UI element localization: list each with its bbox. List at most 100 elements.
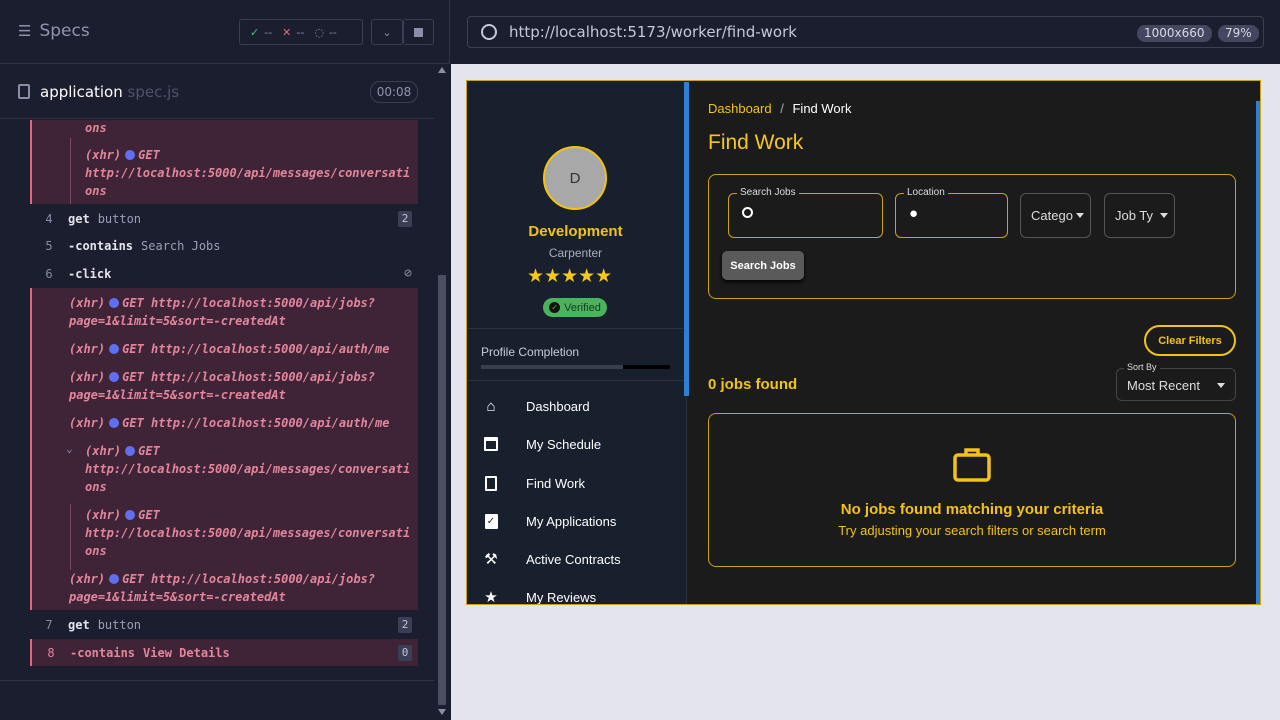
command-row[interactable]: 5 -contains Search Jobs	[30, 232, 418, 259]
xhr-label: (xhr)	[85, 444, 122, 458]
app-preview: http://localhost:5173/worker/find-work 1…	[451, 0, 1280, 720]
command-name: -contains	[68, 238, 134, 253]
sidebar-item-label: My Schedule	[526, 436, 602, 452]
breadcrumb: Dashboard / Find Work	[708, 101, 851, 116]
xhr-label: (xhr)	[69, 296, 106, 310]
xhr-url: http://localhost:5000/api/messages/conve…	[85, 526, 411, 540]
empty-title: No jobs found matching your criteria	[840, 501, 1104, 518]
verified-badge: ✓ Verified	[543, 298, 607, 317]
xhr-url: http://localhost:5000/api/jobs?	[151, 370, 376, 384]
spec-file-name: application	[40, 83, 123, 101]
xhr-group: (xhr) GET http://localhost:5000/api/jobs?…	[30, 288, 418, 610]
main-scrollbar[interactable]	[1256, 101, 1260, 604]
avatar: D	[543, 146, 607, 210]
home-icon: ⌂	[486, 397, 496, 415]
profile-role: Carpenter	[548, 246, 603, 260]
xhr-entry[interactable]: (xhr) GET http://localhost:5000/api/auth/…	[69, 414, 389, 433]
xhr-url: http://localhost:5000/api/jobs?	[151, 296, 376, 310]
command-row[interactable]: 7 get button 2	[30, 611, 418, 638]
xhr-entry[interactable]: (xhr) GET http://localhost:5000/api/jobs?	[69, 294, 375, 313]
xhr-entry[interactable]: (xhr) GET http://localhost:5000/api/jobs?	[69, 368, 375, 387]
scroll-up-icon[interactable]	[438, 67, 446, 73]
sidebar-item-contracts[interactable]: ⚒ Active Contracts	[468, 540, 683, 578]
xhr-url: http://localhost:5000/api/messages/conve…	[85, 166, 411, 180]
xhr-entry[interactable]: (xhr) GET	[85, 506, 160, 525]
xhr-url-query: page=1&limit=5&sort=-createdAt	[69, 314, 286, 328]
search-icon	[742, 207, 753, 218]
rating-stars: ★★★★★	[527, 266, 613, 287]
http-method: GET	[138, 148, 160, 162]
job-type-value: Job Ty	[1115, 208, 1154, 223]
xhr-url: http://localhost:5000/api/jobs?	[151, 572, 376, 586]
runner-header: ☰ Specs ✓ -- ✕ -- ◌ -- ⌄	[0, 0, 450, 64]
clear-filters-button[interactable]: Clear Filters	[1144, 325, 1236, 356]
command-row[interactable]: 4 get button 2	[30, 205, 418, 232]
sidebar-item-reviews[interactable]: ★ My Reviews	[468, 578, 683, 605]
globe-icon	[481, 24, 497, 40]
xhr-url-tail: ons	[85, 184, 107, 198]
zoom-level: 79%	[1218, 25, 1259, 42]
status-dot-icon	[125, 510, 136, 520]
viewport-size: 1000x660	[1137, 25, 1212, 42]
sidebar-item-dashboard[interactable]: ⌂ Dashboard	[468, 387, 683, 425]
chevron-down-icon[interactable]: ⌄	[66, 442, 73, 455]
specs-title: Specs	[39, 21, 90, 41]
http-method: GET	[122, 342, 144, 356]
log-line: ons	[85, 121, 107, 135]
stop-button[interactable]	[403, 19, 434, 45]
chevron-down-icon[interactable]: ⌄	[371, 19, 403, 45]
sidebar-item-find-work[interactable]: Find Work	[468, 464, 683, 502]
xhr-entry[interactable]: (xhr) GET	[85, 442, 160, 461]
breadcrumb-link-dashboard[interactable]: Dashboard	[708, 101, 772, 116]
command-name: get	[68, 211, 90, 226]
test-stats: ✓ -- ✕ -- ◌ --	[239, 19, 363, 45]
status-dot-icon	[109, 574, 120, 584]
command-arg: Search Jobs	[141, 238, 221, 253]
xhr-label: (xhr)	[69, 342, 106, 356]
file-icon	[18, 84, 30, 99]
xhr-label: (xhr)	[85, 148, 122, 162]
dropdown-arrow-icon	[1076, 213, 1084, 218]
search-label: Search Jobs	[737, 187, 799, 198]
empty-subtitle: Try adjusting your search filters or sea…	[838, 523, 1106, 538]
xhr-group: ons (xhr) GET http://localhost:5000/api/m…	[30, 120, 418, 204]
sidebar-item-applications[interactable]: ✓ My Applications	[468, 502, 683, 540]
location-input[interactable]: Location ●	[895, 187, 1008, 238]
command-row-failed[interactable]: 8 -contains View Details 0	[30, 639, 418, 666]
filter-panel: Search Jobs Location ● Catego Job Ty Sear…	[708, 174, 1236, 299]
sidebar-item-label: My Reviews	[526, 589, 597, 605]
url-field[interactable]: http://localhost:5173/worker/find-work 1…	[467, 16, 1264, 48]
failed-count: --	[296, 25, 305, 39]
sort-select[interactable]: Sort By Most Recent	[1116, 362, 1236, 401]
command-number: 8	[47, 645, 55, 660]
sidebar-item-schedule[interactable]: My Schedule	[468, 425, 683, 463]
pending-count: --	[328, 25, 337, 39]
dropdown-arrow-icon	[1217, 383, 1225, 388]
scrollbar-thumb[interactable]	[438, 275, 446, 705]
xhr-url: http://localhost:5000/api/auth/me	[151, 342, 390, 356]
xhr-label: (xhr)	[69, 572, 106, 586]
xhr-entry[interactable]: (xhr) GET	[85, 146, 160, 165]
scrollbar[interactable]	[435, 64, 450, 720]
category-select[interactable]: Catego	[1020, 193, 1091, 238]
breadcrumb-current: Find Work	[792, 101, 852, 116]
command-arg: button	[97, 211, 142, 226]
http-method: GET	[122, 370, 144, 384]
job-type-select[interactable]: Job Ty	[1104, 193, 1175, 238]
command-number: 4	[45, 211, 53, 226]
command-row[interactable]: 6 -click ⊘	[30, 260, 418, 287]
scroll-down-icon[interactable]	[438, 709, 446, 715]
spec-name[interactable]: application spec.js	[40, 83, 179, 101]
search-jobs-button[interactable]: Search Jobs	[722, 251, 804, 280]
clipboard-check-icon: ✓	[483, 513, 499, 529]
xhr-entry[interactable]: (xhr) GET http://localhost:5000/api/jobs?	[69, 570, 375, 589]
specs-toggle[interactable]: ☰ Specs	[18, 21, 90, 41]
xhr-label: (xhr)	[69, 416, 106, 430]
page-title: Find Work	[708, 131, 804, 154]
passed-count: --	[264, 25, 273, 39]
profile-completion-label: Profile Completion	[481, 345, 580, 359]
jobs-count: 0 jobs found	[708, 376, 798, 393]
search-input[interactable]: Search Jobs	[728, 187, 883, 238]
xhr-entry[interactable]: (xhr) GET http://localhost:5000/api/auth/…	[69, 340, 389, 359]
http-method: GET	[138, 508, 160, 522]
